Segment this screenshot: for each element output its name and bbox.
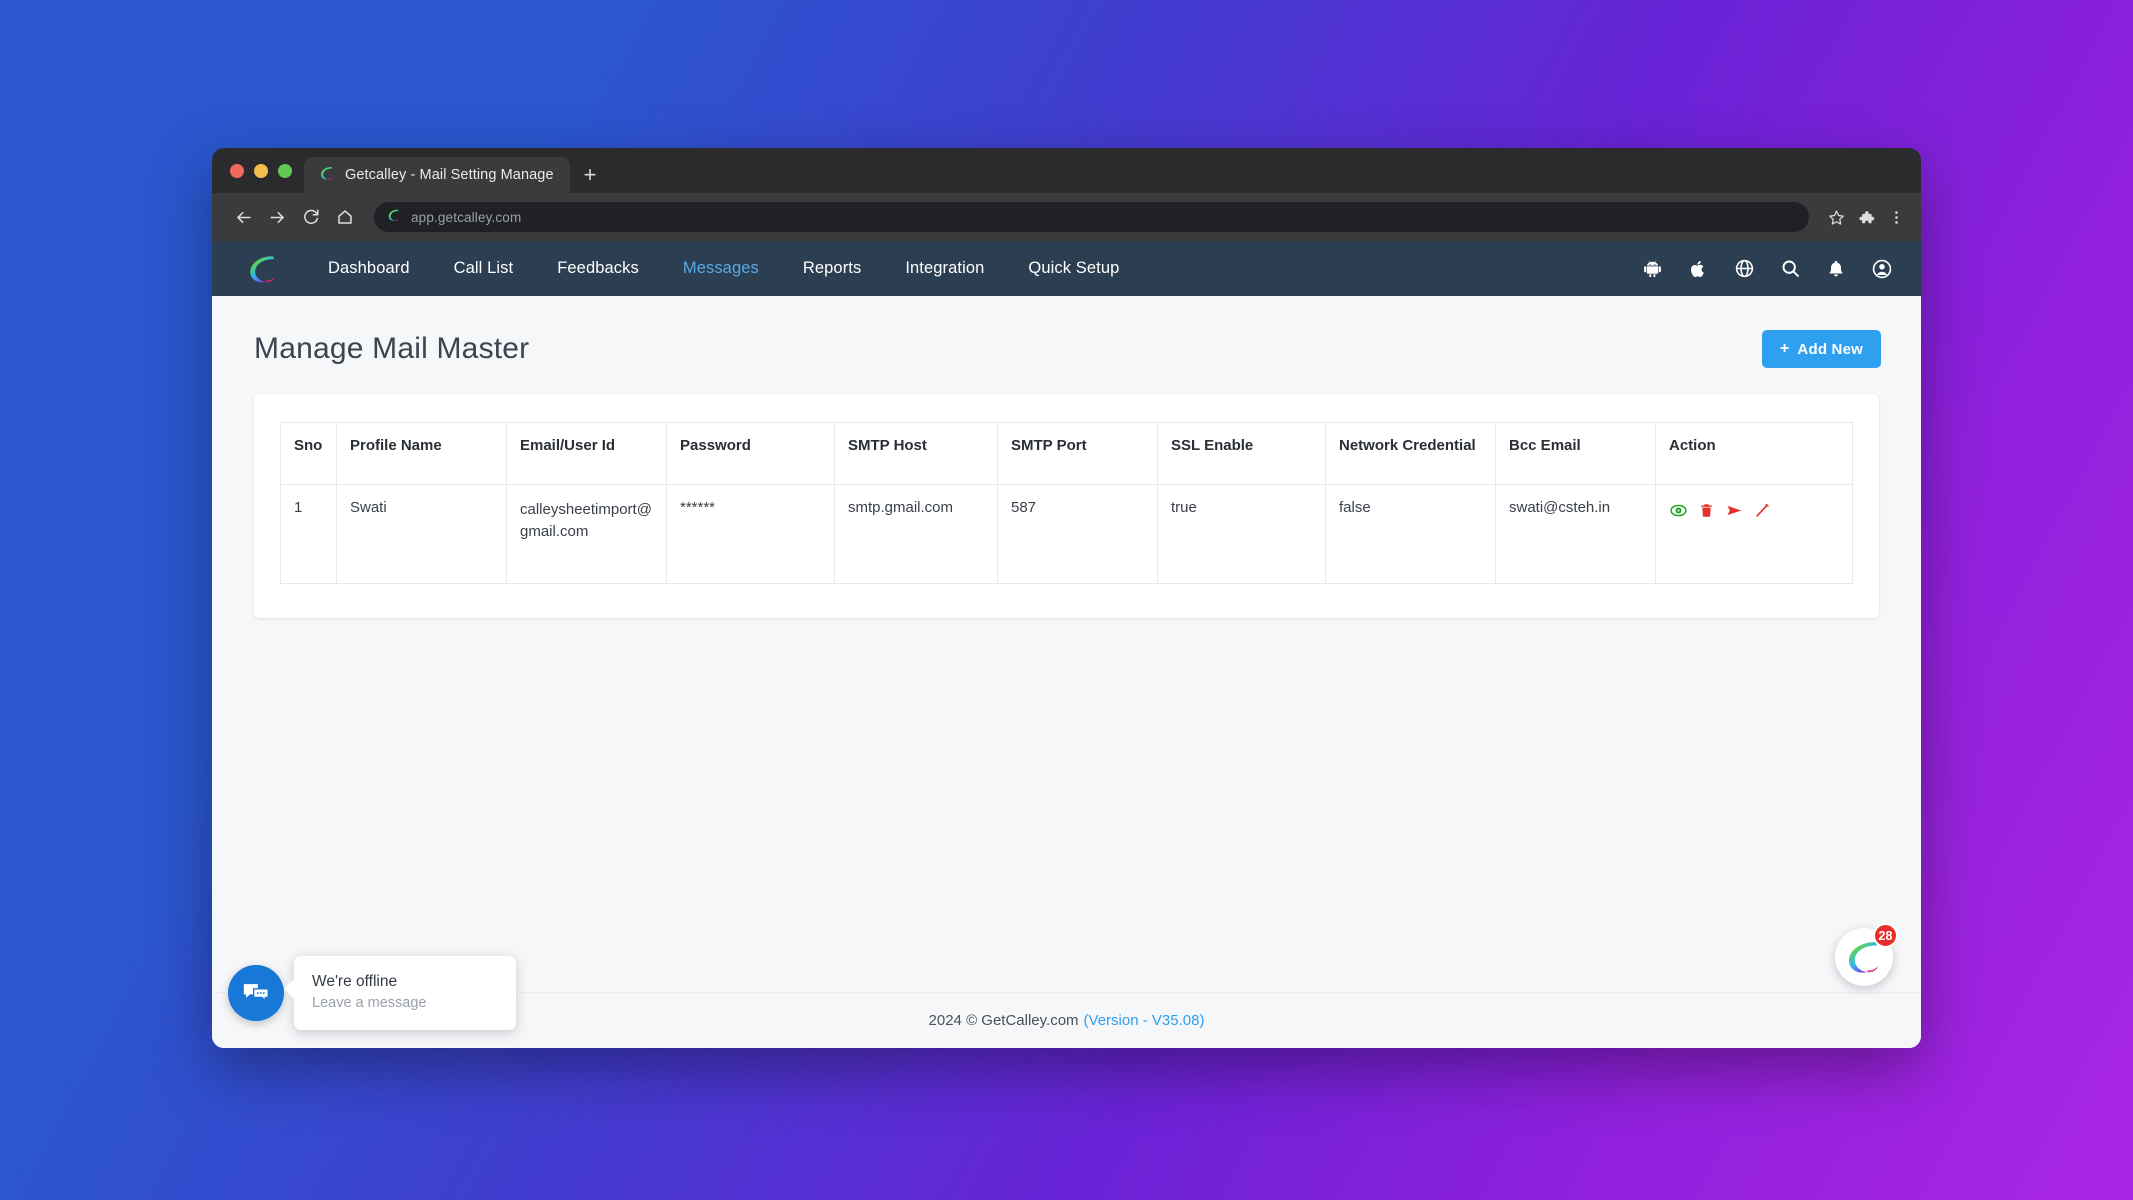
cell-actions [1655, 484, 1853, 584]
column-header-password[interactable]: Password [666, 422, 835, 485]
cell-password: ****** [666, 484, 835, 584]
footer-copyright: 2024 © GetCalley.com [928, 1012, 1079, 1029]
column-header-ssl-enable[interactable]: SSL Enable [1157, 422, 1326, 485]
back-arrow-icon[interactable] [228, 202, 258, 232]
new-tab-button[interactable]: + [570, 157, 611, 193]
launcher-unread-badge: 28 [1873, 923, 1898, 948]
mail-master-table: Sno Profile Name Email/User Id Password … [280, 422, 1853, 584]
view-eye-icon[interactable] [1669, 501, 1687, 519]
row-action-group [1669, 499, 1839, 519]
main-nav: Dashboard Call List Feedbacks Messages R… [306, 241, 1141, 296]
address-bar[interactable]: app.getcalley.com [374, 202, 1809, 232]
bell-icon[interactable] [1823, 256, 1849, 282]
browser-tab-strip: Getcalley - Mail Setting Manage + [212, 148, 1921, 193]
table-header-row: Sno Profile Name Email/User Id Password … [280, 422, 1853, 485]
column-header-action: Action [1655, 422, 1853, 485]
browser-window: Getcalley - Mail Setting Manage + app.ge… [212, 148, 1921, 1048]
reload-icon[interactable] [296, 202, 326, 232]
apple-icon[interactable] [1685, 256, 1711, 282]
address-bar-url: app.getcalley.com [411, 209, 522, 225]
chat-offline-subtitle: Leave a message [312, 995, 427, 1012]
calley-logo[interactable] [246, 252, 280, 286]
search-icon[interactable] [1777, 256, 1803, 282]
user-account-icon[interactable] [1869, 256, 1895, 282]
browser-toolbar: app.getcalley.com [212, 193, 1921, 241]
column-header-email[interactable]: Email/User Id [506, 422, 667, 485]
three-dots-menu-icon[interactable] [1883, 204, 1909, 230]
cell-smtp-host: smtp.gmail.com [834, 484, 998, 584]
nav-item-integration[interactable]: Integration [883, 241, 1006, 296]
table-row: 1 Swati calleysheetimport@gmail.com ****… [280, 484, 1853, 584]
chat-widget: We're offline Leave a message [228, 956, 516, 1030]
nav-item-quick-setup[interactable]: Quick Setup [1006, 241, 1141, 296]
forward-arrow-icon[interactable] [262, 202, 292, 232]
calley-launcher[interactable]: 28 [1835, 923, 1898, 986]
minimize-window-button[interactable] [254, 163, 268, 178]
cell-email-text: calleysheetimport@gmail.com [520, 501, 652, 540]
favicon-calley-icon [318, 164, 336, 187]
app-navbar: Dashboard Call List Feedbacks Messages R… [212, 241, 1921, 296]
browser-tab-title: Getcalley - Mail Setting Manage [345, 167, 554, 183]
column-header-profile-name[interactable]: Profile Name [336, 422, 507, 485]
web-app: Dashboard Call List Feedbacks Messages R… [212, 241, 1921, 1048]
close-window-button[interactable] [230, 163, 244, 178]
nav-item-messages[interactable]: Messages [661, 241, 781, 296]
android-icon[interactable] [1639, 256, 1665, 282]
column-header-smtp-host[interactable]: SMTP Host [834, 422, 998, 485]
column-header-sno[interactable]: Sno [280, 422, 337, 485]
star-icon[interactable] [1823, 204, 1849, 230]
table-body: 1 Swati calleysheetimport@gmail.com ****… [280, 484, 1853, 584]
cell-email: calleysheetimport@gmail.com [506, 484, 667, 584]
add-new-button[interactable]: + Add New [1761, 330, 1881, 368]
chat-bubbles-icon[interactable] [228, 965, 284, 1021]
chat-offline-title: We're offline [312, 973, 398, 990]
footer-version[interactable]: (Version - V35.08) [1084, 1012, 1205, 1029]
nav-item-feedbacks[interactable]: Feedbacks [535, 241, 661, 296]
browser-tab[interactable]: Getcalley - Mail Setting Manage [304, 157, 570, 193]
add-new-button-label: Add New [1797, 340, 1863, 358]
cell-network-credential: false [1325, 484, 1496, 584]
window-controls [226, 148, 304, 193]
nav-item-reports[interactable]: Reports [781, 241, 883, 296]
cell-profile-name: Swati [336, 484, 507, 584]
cell-sno: 1 [280, 484, 337, 584]
plus-icon: + [1779, 340, 1790, 357]
cell-ssl-enable: true [1157, 484, 1326, 584]
globe-icon[interactable] [1731, 256, 1757, 282]
edit-pencil-icon[interactable] [1753, 501, 1771, 519]
cell-smtp-port: 587 [997, 484, 1158, 584]
nav-item-dashboard[interactable]: Dashboard [306, 241, 432, 296]
page-content: Manage Mail Master + Add New Sno Profile… [212, 296, 1921, 1048]
table-card: Sno Profile Name Email/User Id Password … [254, 394, 1879, 618]
send-paperplane-icon[interactable] [1725, 501, 1743, 519]
page-header: Manage Mail Master + Add New [212, 296, 1921, 368]
home-icon[interactable] [330, 202, 360, 232]
column-header-network-credential[interactable]: Network Credential [1325, 422, 1496, 485]
page-title: Manage Mail Master [254, 332, 530, 365]
cell-bcc-email: swati@csteh.in [1495, 484, 1656, 584]
delete-trash-icon[interactable] [1697, 501, 1715, 519]
column-header-smtp-port[interactable]: SMTP Port [997, 422, 1158, 485]
maximize-window-button[interactable] [278, 163, 292, 178]
chat-message-card[interactable]: We're offline Leave a message [294, 956, 516, 1030]
puzzle-piece-icon[interactable] [1853, 204, 1879, 230]
omnibox-favicon-calley-icon [386, 207, 402, 228]
column-header-bcc-email[interactable]: Bcc Email [1495, 422, 1656, 485]
table-header: Sno Profile Name Email/User Id Password … [280, 422, 1853, 485]
nav-item-call-list[interactable]: Call List [432, 241, 536, 296]
nav-icon-group [1639, 256, 1895, 282]
